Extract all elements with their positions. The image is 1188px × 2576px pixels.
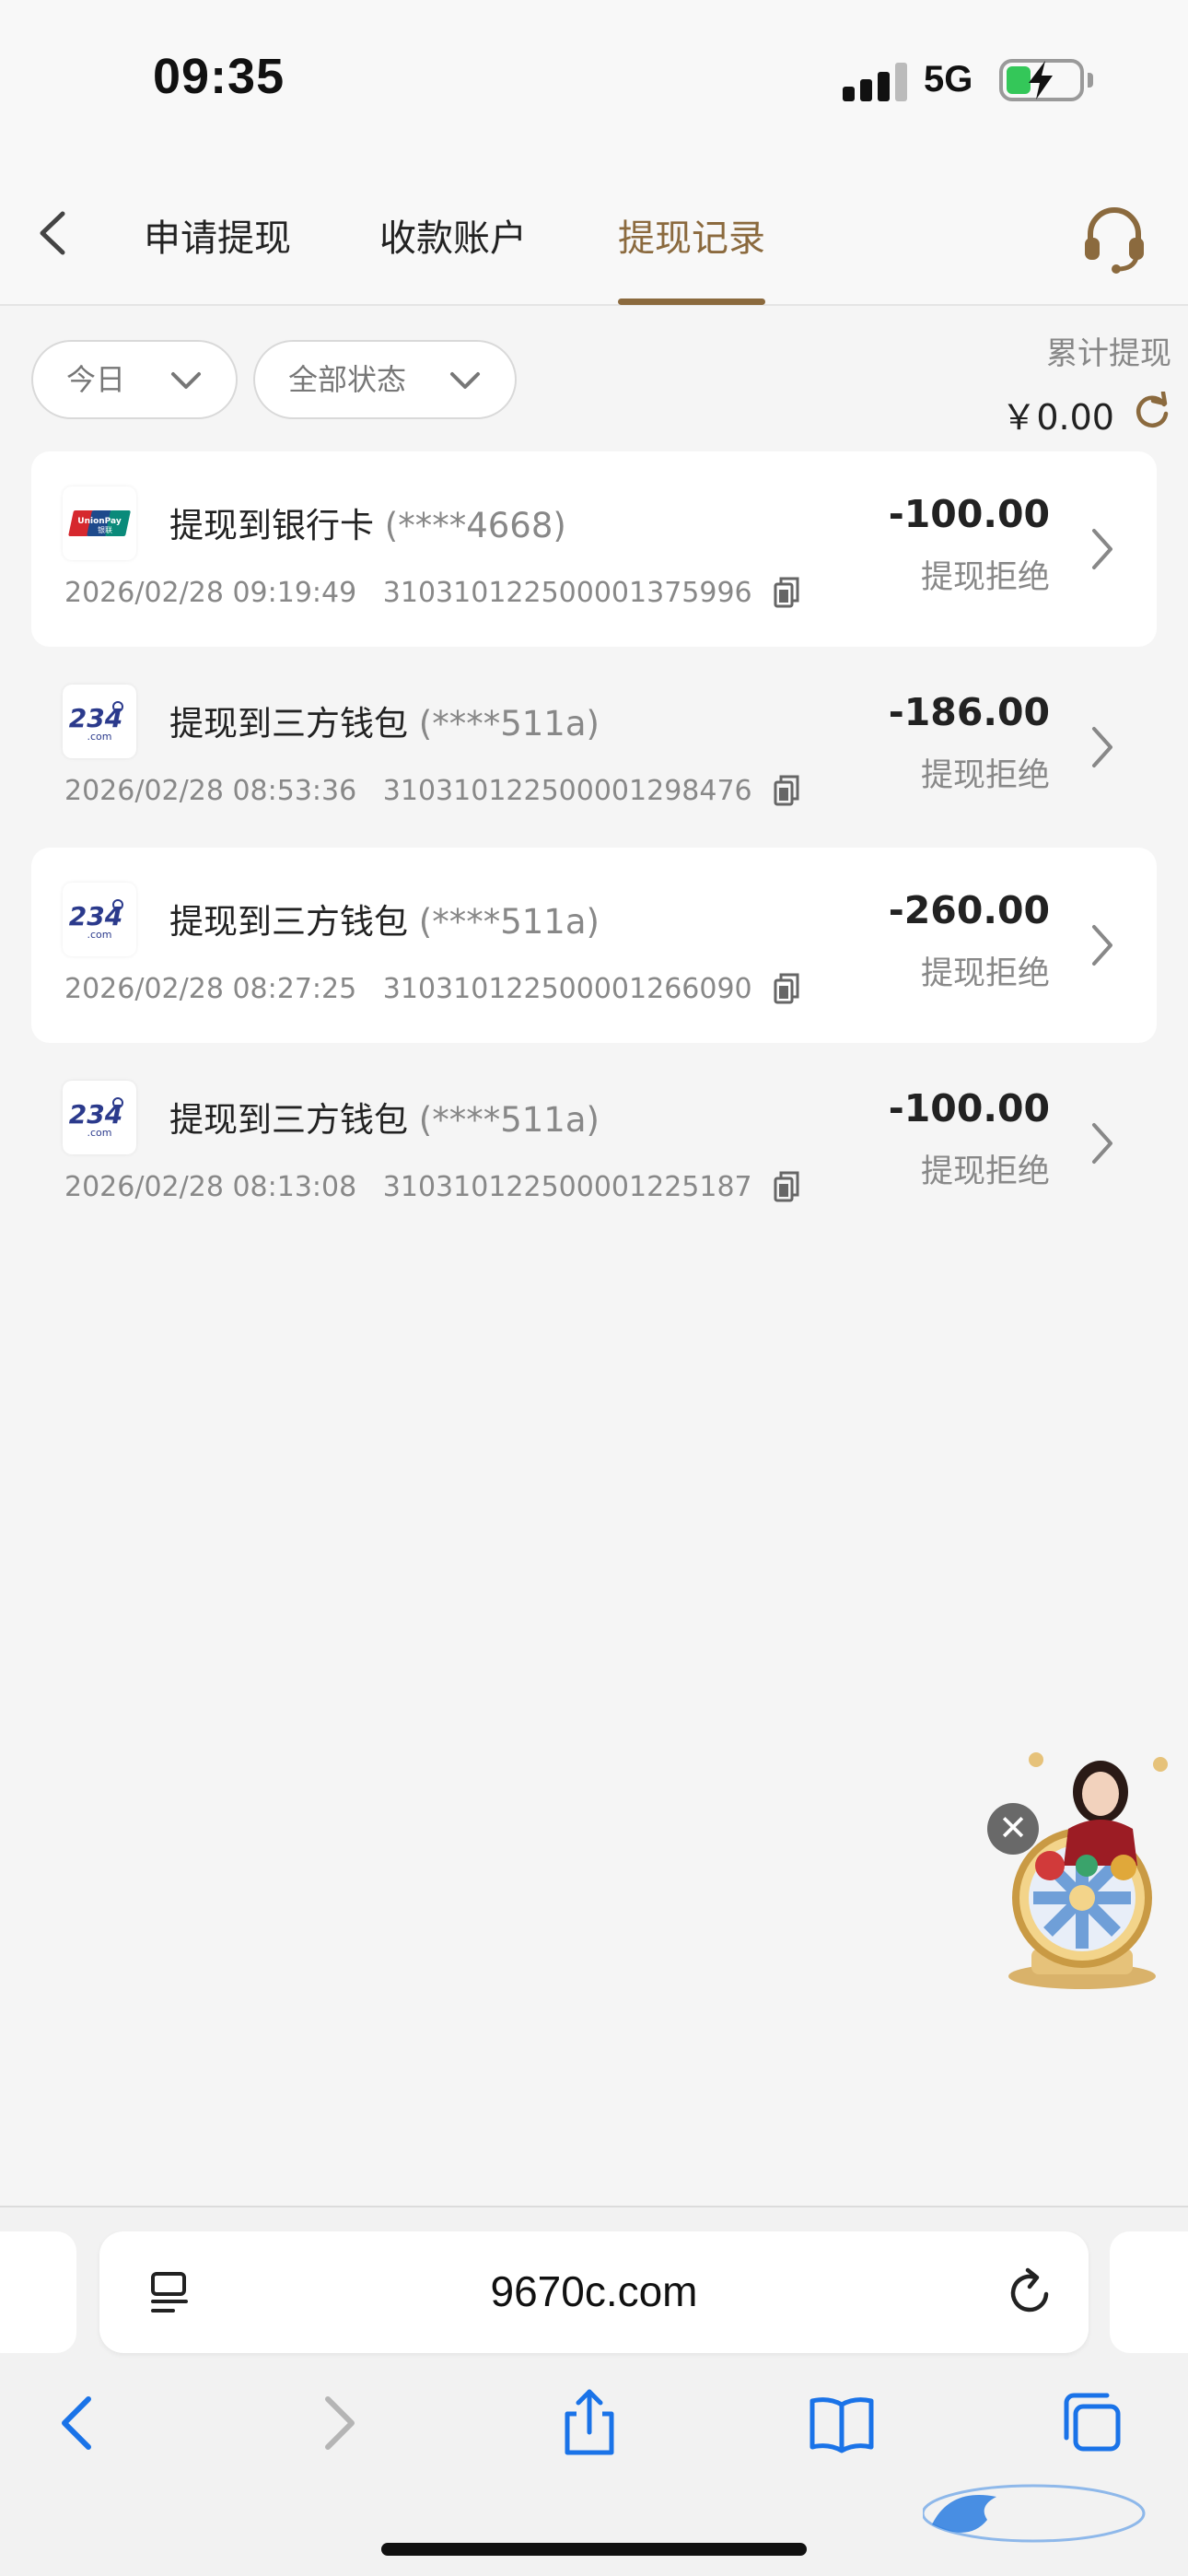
copy-icon[interactable]	[774, 1171, 799, 1202]
battery-icon	[999, 59, 1084, 101]
bookmarks-button[interactable]	[805, 2386, 879, 2460]
record-meta: 2026/02/28 09:19:49 31031012250000137599…	[64, 577, 799, 610]
234-wallet-icon: 234 .com	[63, 685, 136, 758]
svg-text:234: 234	[69, 703, 122, 733]
svg-text:UnionPay: UnionPay	[77, 517, 122, 526]
header-tabs: 申请提现 收款账户 提现记录	[0, 166, 1188, 306]
browser-forward-button[interactable]	[300, 2386, 374, 2460]
chevron-right-icon	[325, 2396, 355, 2450]
svg-text:234: 234	[69, 1099, 122, 1130]
copy-icon[interactable]	[774, 577, 799, 608]
unionpay-icon: UnionPay 银联	[63, 486, 136, 560]
svg-text:.com: .com	[87, 929, 112, 941]
cellular-signal-icon	[843, 63, 907, 101]
svg-text:234: 234	[69, 901, 122, 931]
record-amount: -100.00	[888, 492, 1050, 536]
share-icon	[565, 2389, 614, 2455]
record-status: 提现拒绝	[920, 1153, 1050, 1190]
record-status: 提现拒绝	[920, 559, 1050, 596]
record-amount: -100.00	[888, 1086, 1050, 1130]
withdraw-record[interactable]: 234 .com 提现到三方钱包 (****511a) 2026/02/28 0…	[31, 848, 1157, 1043]
record-datetime: 2026/02/28 09:19:49	[64, 577, 357, 609]
address-bar[interactable]: 9670c.com	[99, 2231, 1089, 2353]
back-button[interactable]	[28, 201, 83, 265]
status-filter-label: 全部状态	[288, 362, 407, 397]
record-title: 提现到三方钱包 (****511a)	[169, 1100, 600, 1140]
record-status: 提现拒绝	[920, 757, 1050, 794]
record-order-no: 310310122500001298476	[382, 775, 752, 807]
status-filter-dropdown[interactable]: 全部状态	[253, 340, 517, 419]
234-wallet-icon: 234 .com	[63, 1081, 136, 1154]
withdraw-record[interactable]: 234 .com 提现到三方钱包 (****511a) 2026/02/28 0…	[31, 650, 1157, 845]
record-amount: -186.00	[888, 690, 1050, 734]
floating-promo-banner[interactable]	[985, 1727, 1179, 1995]
chevron-down-icon	[171, 372, 201, 389]
cumulative-withdraw-label: 累计提现	[1046, 335, 1171, 372]
chevron-right-icon	[1092, 925, 1112, 966]
record-status: 提现拒绝	[920, 955, 1050, 992]
record-datetime: 2026/02/28 08:27:25	[64, 973, 357, 1005]
page: 09:35 5G 申请提现 收款账户 提现记录 今日 全部状态 累计提现 ￥0.…	[0, 0, 1188, 2576]
book-icon	[809, 2397, 874, 2453]
customer-support-button[interactable]	[1077, 201, 1151, 275]
cumulative-withdraw-value: ￥0.00	[1001, 397, 1114, 438]
reload-button[interactable]	[1006, 2266, 1055, 2318]
promo-close-button[interactable]: ✕	[987, 1803, 1039, 1855]
active-tab-underline	[618, 299, 765, 305]
next-tab-preview[interactable]	[1110, 2231, 1188, 2353]
reload-icon	[1010, 2267, 1049, 2313]
record-meta: 2026/02/28 08:13:08 31031012250000122518…	[64, 1171, 799, 1204]
record-order-no: 310310122500001266090	[382, 973, 752, 1005]
record-title: 提现到银行卡 (****4668)	[169, 506, 566, 545]
tab-apply-withdraw[interactable]: 申请提现	[144, 208, 291, 262]
chevron-down-icon	[450, 372, 480, 389]
record-title: 提现到三方钱包 (****511a)	[169, 704, 600, 744]
withdraw-record[interactable]: UnionPay 银联 提现到银行卡 (****4668) 2026/02/28…	[31, 451, 1157, 647]
record-order-no: 31031012250000137599​6	[382, 577, 752, 609]
network-type: 5G	[924, 59, 973, 100]
copy-icon[interactable]	[774, 973, 799, 1004]
date-filter-label: 今日	[66, 362, 126, 397]
battery-cap	[1088, 73, 1093, 88]
record-meta: 2026/02/28 08:27:25 31031012250000126609…	[64, 973, 799, 1006]
home-indicator	[381, 2543, 807, 2556]
record-meta: 2026/02/28 08:53:36 31031012250000129847…	[64, 775, 799, 808]
date-filter-dropdown[interactable]: 今日	[31, 340, 238, 419]
record-datetime: 2026/02/28 08:53:36	[64, 775, 357, 807]
copy-icon[interactable]	[774, 775, 799, 806]
refresh-button[interactable]	[1133, 390, 1171, 430]
tabs-icon	[1064, 2393, 1121, 2452]
record-amount: -260.00	[888, 888, 1050, 932]
chevron-right-icon	[1092, 1123, 1112, 1164]
previous-tab-preview[interactable]	[0, 2231, 76, 2353]
tabs-button[interactable]	[1055, 2386, 1129, 2460]
chevron-left-icon	[40, 211, 65, 255]
status-bar: 09:35 5G	[0, 0, 1188, 166]
watermark-logo	[923, 2484, 1146, 2543]
url-text: 9670c.com	[490, 2267, 698, 2315]
refresh-icon	[1136, 390, 1169, 427]
withdraw-record[interactable]: 234 .com 提现到三方钱包 (****511a) 2026/02/28 0…	[31, 1046, 1157, 1241]
234-wallet-icon: 234 .com	[63, 883, 136, 956]
browser-back-button[interactable]	[42, 2386, 116, 2460]
record-datetime: 2026/02/28 08:13:08	[64, 1171, 357, 1203]
status-time: 09:35	[153, 49, 285, 104]
share-button[interactable]	[553, 2386, 626, 2460]
record-title: 提现到三方钱包 (****511a)	[169, 902, 600, 942]
svg-text:.com: .com	[87, 1127, 112, 1139]
record-order-no: 310310122500001225187	[382, 1171, 752, 1203]
tab-withdraw-records[interactable]: 提现记录	[618, 208, 765, 262]
headset-icon	[1085, 207, 1144, 274]
chevron-right-icon	[1092, 529, 1112, 569]
svg-text:.com: .com	[87, 731, 112, 743]
svg-text:银联: 银联	[98, 525, 112, 534]
chevron-left-icon	[62, 2396, 91, 2450]
tab-receiving-account[interactable]: 收款账户	[379, 208, 527, 262]
chevron-right-icon	[1092, 727, 1112, 767]
